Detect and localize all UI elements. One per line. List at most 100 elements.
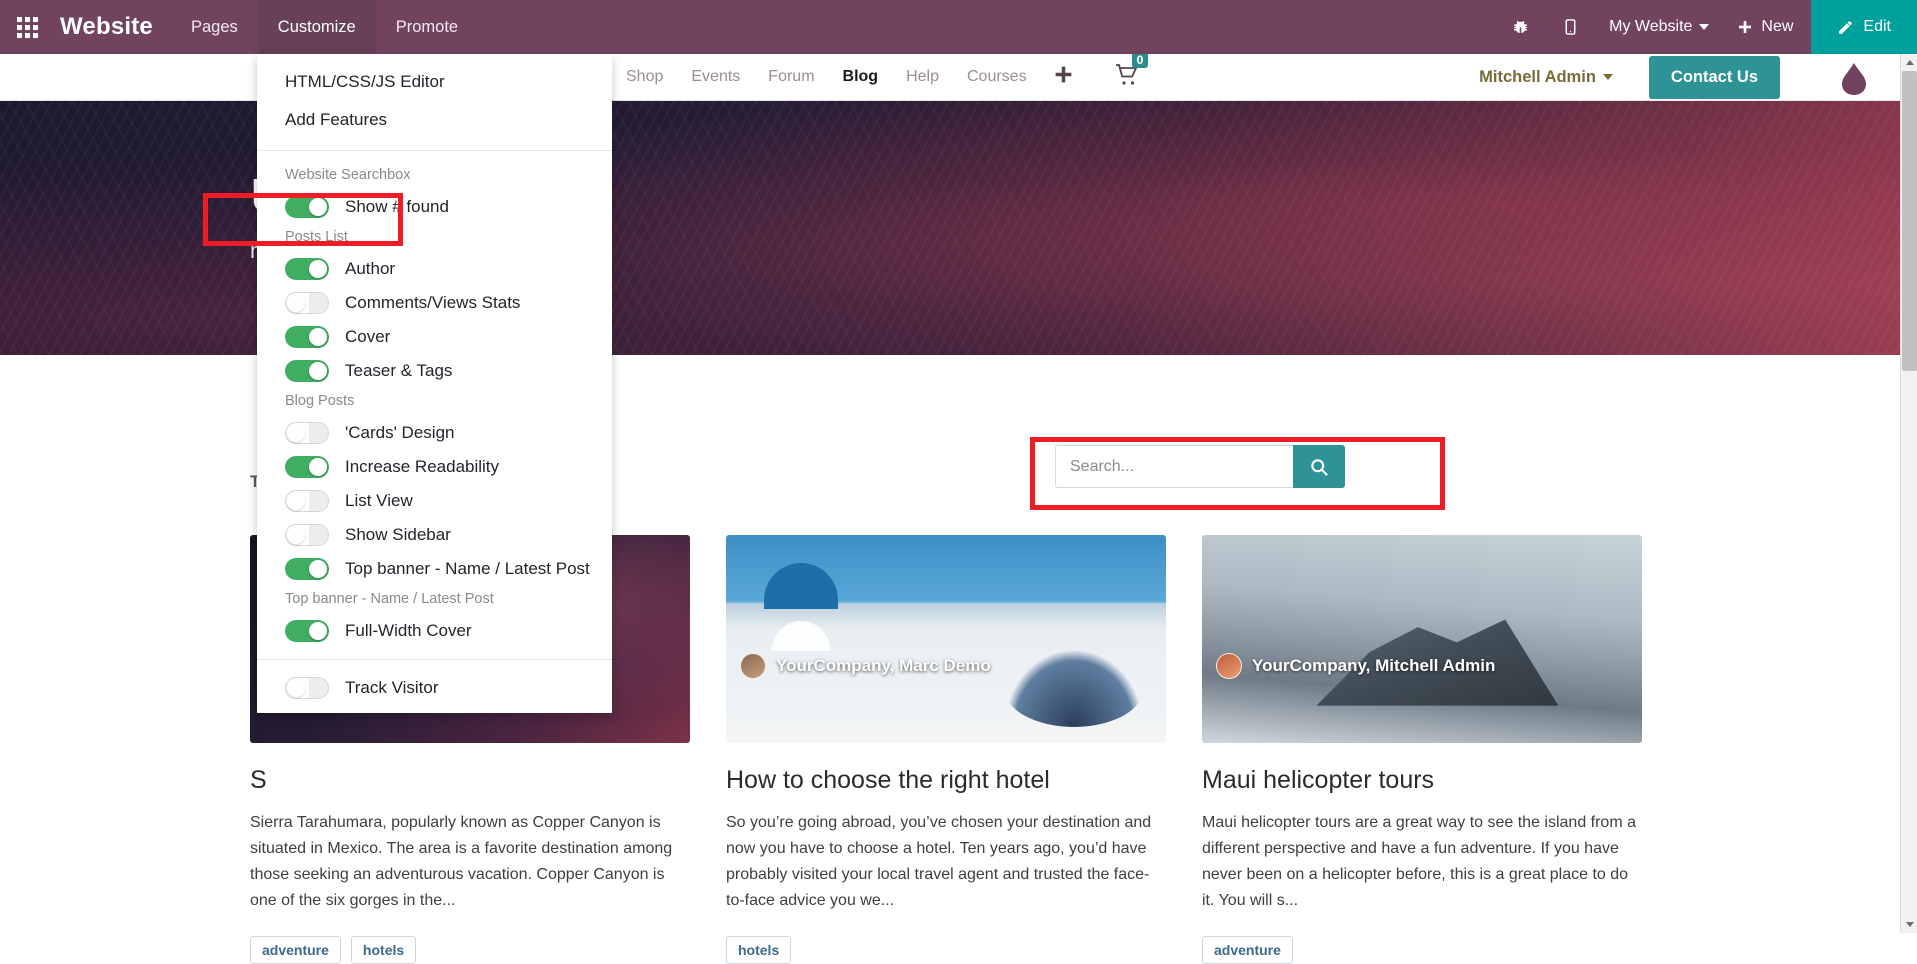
odoo-top-bar: Website Pages Customize Promote My Websi…: [0, 0, 1917, 54]
search-input[interactable]: [1055, 445, 1293, 488]
toggle-row-track-visitor[interactable]: Track Visitor: [257, 671, 612, 713]
app-title: Website: [60, 13, 153, 40]
menu-divider: [257, 150, 612, 151]
nav-item-shop[interactable]: Shop: [612, 68, 677, 86]
toggle-row-show-sidebar[interactable]: Show Sidebar: [257, 518, 612, 552]
contact-us-button[interactable]: Contact Us: [1648, 55, 1780, 99]
post-author-label: YourCompany, Mitchell Admin: [1252, 656, 1496, 675]
menu-divider: [257, 659, 612, 660]
toggle-label: Author: [345, 259, 396, 278]
post-tags: adventure hotels: [250, 935, 690, 964]
post-author-label: YourCompany, Marc Demo: [776, 656, 991, 675]
toggle-row-full-width-cover[interactable]: Full-Width Cover: [257, 614, 612, 648]
post-tags: hotels: [726, 935, 1166, 964]
post-author: YourCompany, Marc Demo: [740, 653, 991, 679]
apps-grid-icon[interactable]: [0, 0, 54, 54]
list-item[interactable]: YourCompany, Marc Demo How to choose the…: [726, 535, 1166, 964]
post-tag[interactable]: adventure: [1202, 935, 1293, 964]
post-tags: adventure: [1202, 935, 1642, 964]
post-title[interactable]: Maui helicopter tours: [1202, 765, 1642, 796]
toggle-label: Cover: [345, 327, 391, 346]
post-teaser: Sierra Tarahumara, popularly known as Co…: [250, 814, 673, 909]
post-cover-image[interactable]: YourCompany, Mitchell Admin: [1202, 535, 1642, 743]
toggle-switch-on[interactable]: [285, 196, 329, 218]
scroll-down-arrow-icon[interactable]: [1901, 916, 1917, 933]
list-item[interactable]: YourCompany, Mitchell Admin Maui helicop…: [1202, 535, 1642, 964]
nav-item-help[interactable]: Help: [892, 68, 953, 86]
toggle-switch-off[interactable]: [285, 677, 329, 699]
new-button[interactable]: New: [1723, 0, 1811, 54]
menu-item-html-css-js-editor[interactable]: HTML/CSS/JS Editor: [257, 63, 612, 101]
toggle-row-cards-design[interactable]: 'Cards' Design: [257, 416, 612, 450]
toggle-label: 'Cards' Design: [345, 423, 455, 442]
toggle-switch-off[interactable]: [285, 422, 329, 444]
scrollbar-thumb[interactable]: [1902, 71, 1917, 371]
toggle-row-increase-readability[interactable]: Increase Readability: [257, 450, 612, 484]
mobile-preview-icon[interactable]: [1546, 0, 1595, 54]
post-title[interactable]: S: [250, 765, 690, 796]
pencil-icon: [1839, 20, 1853, 34]
droplet-logo-icon[interactable]: [1840, 62, 1868, 96]
toggle-row-comments-views-stats[interactable]: Comments/Views Stats: [257, 286, 612, 320]
chevron-down-icon: [1602, 74, 1613, 81]
topbar-menu-customize[interactable]: Customize: [257, 0, 376, 54]
toggle-switch-on[interactable]: [285, 360, 329, 382]
nav-item-courses[interactable]: Courses: [953, 68, 1041, 86]
post-teaser: Maui helicopter tours are a great way to…: [1202, 814, 1636, 909]
toggle-switch-on[interactable]: [285, 456, 329, 478]
toggle-label: Show Sidebar: [345, 525, 451, 544]
post-tag[interactable]: hotels: [350, 935, 417, 964]
group-label-top-banner: Top banner - Name / Latest Post: [285, 591, 494, 607]
group-label-blog-posts: Blog Posts: [285, 393, 355, 409]
toggle-label: Top banner - Name / Latest Post: [345, 559, 590, 578]
toggle-label: Track Visitor: [345, 678, 439, 697]
toggle-row-show-found[interactable]: Show # found: [257, 190, 612, 224]
post-teaser: So you’re going abroad, you’ve chosen yo…: [726, 814, 1152, 909]
user-menu[interactable]: Mitchell Admin: [1479, 68, 1613, 87]
nav-item-forum[interactable]: Forum: [754, 68, 828, 86]
add-page-icon[interactable]: [1041, 64, 1086, 90]
toggle-switch-on[interactable]: [285, 620, 329, 642]
toggle-switch-on[interactable]: [285, 258, 329, 280]
toggle-label: Comments/Views Stats: [345, 293, 521, 312]
toggle-switch-off[interactable]: [285, 524, 329, 546]
toggle-switch-off[interactable]: [285, 292, 329, 314]
scroll-up-arrow-icon[interactable]: [1901, 54, 1917, 71]
toggle-row-top-banner[interactable]: Top banner - Name / Latest Post: [257, 552, 612, 586]
edit-button-label: Edit: [1863, 18, 1891, 35]
search-icon: [1311, 458, 1328, 476]
post-tag[interactable]: hotels: [726, 935, 792, 964]
page-scrollbar[interactable]: [1900, 54, 1917, 933]
blog-search-form: [1055, 445, 1345, 488]
nav-item-events[interactable]: Events: [677, 68, 754, 86]
post-title[interactable]: How to choose the right hotel: [726, 765, 1166, 796]
post-cover-image[interactable]: YourCompany, Marc Demo: [726, 535, 1166, 743]
search-submit-button[interactable]: [1293, 445, 1345, 488]
bug-icon[interactable]: [1495, 0, 1546, 54]
topbar-menu-promote[interactable]: Promote: [376, 0, 478, 54]
toggle-row-cover[interactable]: Cover: [257, 320, 612, 354]
toggle-row-author[interactable]: Author: [257, 252, 612, 286]
toggle-label: Increase Readability: [345, 457, 500, 476]
website-selector-label: My Website: [1609, 18, 1693, 35]
menu-item-add-features[interactable]: Add Features: [257, 101, 612, 139]
toggle-switch-on[interactable]: [285, 326, 329, 348]
post-tag[interactable]: adventure: [250, 935, 341, 964]
website-nav: Shop Events Forum Blog Help Courses 0: [612, 51, 1149, 91]
toggle-switch-on[interactable]: [285, 558, 329, 580]
toggle-row-list-view[interactable]: List View: [257, 484, 612, 518]
nav-item-blog[interactable]: Blog: [829, 68, 893, 86]
toggle-row-teaser-tags[interactable]: Teaser & Tags: [257, 354, 612, 388]
toggle-label: List View: [345, 491, 413, 510]
post-author: YourCompany, Mitchell Admin: [1216, 653, 1495, 679]
plus-icon: [1739, 21, 1752, 33]
toggle-label: Full-Width Cover: [345, 621, 472, 640]
topbar-menu-pages[interactable]: Pages: [171, 0, 258, 54]
avatar: [740, 653, 766, 679]
avatar: [1216, 653, 1242, 679]
cart-button[interactable]: 0: [1114, 51, 1149, 91]
toggle-label: Teaser & Tags: [345, 361, 453, 380]
website-selector[interactable]: My Website: [1595, 0, 1723, 54]
toggle-switch-off[interactable]: [285, 490, 329, 512]
edit-button[interactable]: Edit: [1811, 0, 1917, 54]
